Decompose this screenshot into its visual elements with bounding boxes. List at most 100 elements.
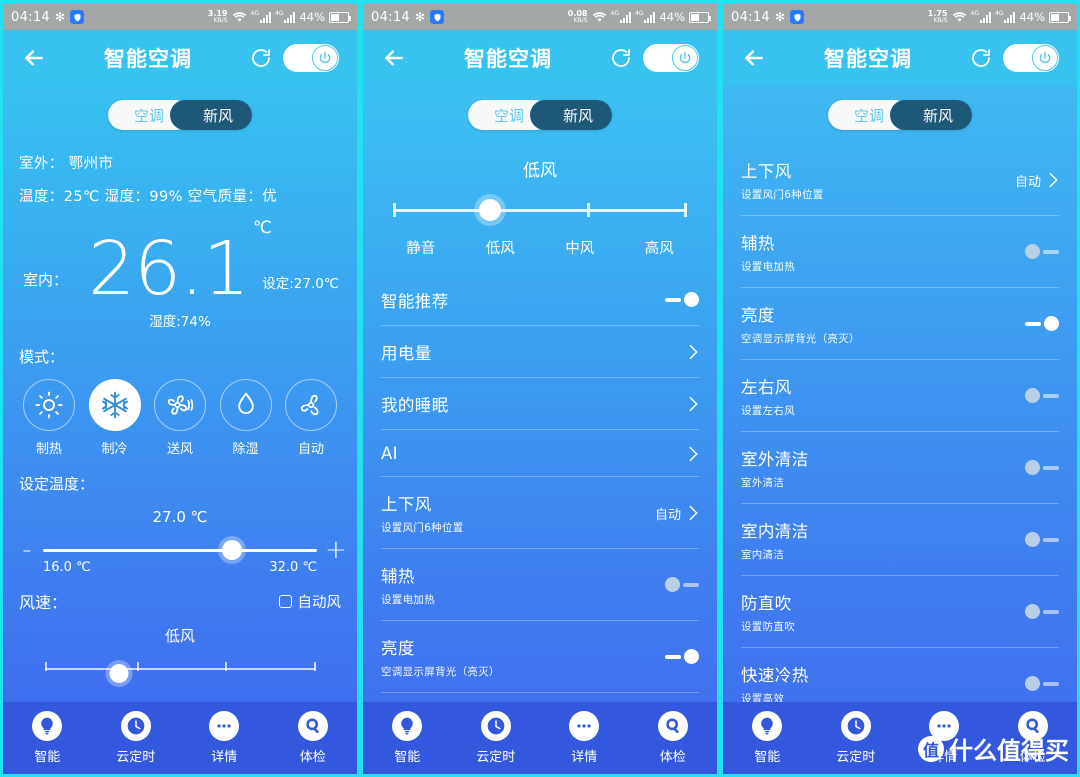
list-item[interactable]: 智能推荐 — [381, 274, 699, 326]
mode-section-label: 模式： — [19, 348, 65, 366]
list-item[interactable]: 快速冷热 设置高效 — [741, 648, 1059, 702]
nav-item-smart[interactable]: 智能 — [363, 711, 452, 765]
nav-item-details[interactable]: 详情 — [540, 711, 629, 765]
toggle-switch[interactable] — [1025, 388, 1059, 404]
nav-item-cloud-timer[interactable]: 云定时 — [452, 711, 541, 765]
nav-label: 体检 — [299, 750, 326, 765]
row-subtitle: 室外清洁 — [741, 477, 785, 489]
status-bar: 04:14 ✻ 1.75 KB/S 4G 4G 44% — [723, 4, 1077, 30]
fan-speed-slider-partial[interactable] — [19, 658, 341, 683]
wifi-icon — [232, 12, 246, 22]
nav-item-cloud-timer[interactable]: 云定时 — [812, 711, 901, 765]
power-toggle[interactable] — [1003, 44, 1059, 72]
temp-slider-track[interactable] — [43, 540, 317, 560]
power-icon — [672, 45, 698, 71]
lightbulb-icon — [392, 711, 423, 741]
mode-dehumidify[interactable]: 除湿 — [216, 379, 276, 457]
status-time: 04:14 — [371, 9, 410, 25]
fan-slider-rail — [44, 668, 316, 670]
fan-speed-labels: 静音 低风 中风 高风 — [381, 237, 699, 258]
mode-fan[interactable]: 送风 — [150, 379, 210, 457]
nav-item-smart[interactable]: 智能 — [3, 711, 92, 765]
temp-increase-button[interactable]: + — [325, 537, 347, 563]
list-item[interactable]: 辅热 设置电加热 — [741, 216, 1059, 288]
lightbulb-icon — [32, 711, 63, 741]
list-item[interactable]: AI — [381, 430, 699, 477]
back-arrow-icon[interactable] — [741, 45, 767, 71]
list-item[interactable]: 室内清洁 室内清洁 — [741, 504, 1059, 576]
fan-label-silent[interactable]: 静音 — [381, 237, 461, 258]
list-item[interactable]: 室外清洁 室外清洁 — [741, 432, 1059, 504]
mode-label: 制冷 — [101, 442, 128, 457]
power-toggle[interactable] — [283, 44, 339, 72]
temp-slider-knob[interactable] — [222, 540, 243, 560]
toggle-switch[interactable] — [665, 292, 699, 308]
refresh-icon[interactable] — [969, 46, 993, 70]
mode-cool[interactable]: 制冷 — [85, 379, 145, 457]
chevron-right-icon — [689, 344, 698, 360]
status-bar-left: 04:14 ✻ — [371, 9, 445, 25]
toggle-switch[interactable] — [1025, 460, 1059, 476]
list-item[interactable]: 辅热 设置电加热 — [381, 549, 699, 621]
fan-slider-knob[interactable] — [109, 664, 129, 683]
battery-icon — [1049, 11, 1071, 23]
fan-tick-2 — [225, 662, 228, 671]
row-title: 用电量 — [381, 344, 432, 363]
toggle-switch[interactable] — [1025, 532, 1059, 548]
auto-fan-checkbox-row[interactable]: 自动风 — [278, 591, 341, 612]
temp-decrease-button[interactable]: - — [19, 537, 35, 563]
list-item[interactable]: 亮度 空调显示屏背光（亮灭） — [741, 288, 1059, 360]
back-arrow-icon[interactable] — [21, 45, 47, 71]
power-toggle[interactable] — [643, 44, 699, 72]
back-arrow-icon[interactable] — [381, 45, 407, 71]
panel1-content: 室外： 鄂州市 温度：25℃ 湿度：99% 空气质量：优 室内： 26.1 ℃ … — [3, 152, 357, 683]
refresh-icon[interactable] — [249, 46, 273, 70]
tab-fresh-air[interactable]: 新风 — [530, 100, 612, 130]
row-subtitle: 设置电加热 — [381, 594, 435, 606]
auto-fan-checkbox[interactable] — [278, 594, 292, 608]
toggle-switch[interactable] — [1025, 676, 1059, 692]
list-item[interactable]: 亮度 空调显示屏背光（亮灭） — [381, 621, 699, 693]
nav-item-details[interactable]: 详情 — [180, 711, 269, 765]
bluetooth-icon: ✻ — [414, 10, 426, 24]
mode-label: 送风 — [166, 442, 193, 457]
list-item[interactable]: 我的睡眠 — [381, 378, 699, 430]
refresh-icon[interactable] — [609, 46, 633, 70]
mode-auto[interactable]: 自动 — [281, 379, 341, 457]
app-header: 智能空调 — [363, 30, 717, 86]
magnifier-icon — [657, 711, 688, 741]
toggle-switch[interactable] — [665, 577, 699, 593]
network-rate: 0.08 KB/S — [567, 8, 588, 25]
list-item[interactable]: 上下风 设置风门6种位置 自动 — [381, 477, 699, 549]
panel3-body: 空调 新风 上下风 设置风门6种位置 自动 辅热 设置电加热 亮度 空调显示屏背… — [723, 86, 1077, 702]
status-bar: 04:14 ✻ 3.19 KB/S 4G 4G 44% — [3, 4, 357, 30]
fan-speed-slider[interactable] — [393, 195, 687, 229]
list-item[interactable]: 左右风 设置左右风 — [741, 360, 1059, 432]
more-dots-icon — [929, 711, 960, 741]
nav-item-cloud-timer[interactable]: 云定时 — [92, 711, 181, 765]
toggle-switch[interactable] — [1025, 604, 1059, 620]
fan-tick-2 — [587, 203, 590, 217]
battery-percent: 44% — [1019, 10, 1045, 24]
network-rate: 3.19 KB/S — [207, 8, 228, 25]
temperature-slider[interactable]: - + — [19, 536, 347, 564]
list-item[interactable]: 上下风 设置风门6种位置 自动 — [741, 144, 1059, 216]
fan-label-high[interactable]: 高风 — [620, 237, 700, 258]
fan-label-mid[interactable]: 中风 — [540, 237, 620, 258]
nav-item-checkup[interactable]: 体检 — [989, 711, 1078, 765]
nav-item-details[interactable]: 详情 — [900, 711, 989, 765]
toggle-switch[interactable] — [1025, 316, 1059, 332]
tab-fresh-air[interactable]: 新风 — [170, 100, 252, 130]
fan-slider-knob[interactable] — [479, 199, 502, 221]
nav-item-checkup[interactable]: 体检 — [629, 711, 718, 765]
tab-fresh-air[interactable]: 新风 — [890, 100, 972, 130]
toggle-switch[interactable] — [665, 649, 699, 665]
nav-label: 智能 — [754, 750, 781, 765]
fan-label-low[interactable]: 低风 — [461, 237, 541, 258]
mode-heat[interactable]: 制热 — [19, 379, 79, 457]
list-item[interactable]: 用电量 — [381, 326, 699, 378]
nav-item-checkup[interactable]: 体检 — [269, 711, 358, 765]
toggle-switch[interactable] — [1025, 244, 1059, 260]
list-item[interactable]: 防直吹 设置防直吹 — [741, 576, 1059, 648]
nav-item-smart[interactable]: 智能 — [723, 711, 812, 765]
